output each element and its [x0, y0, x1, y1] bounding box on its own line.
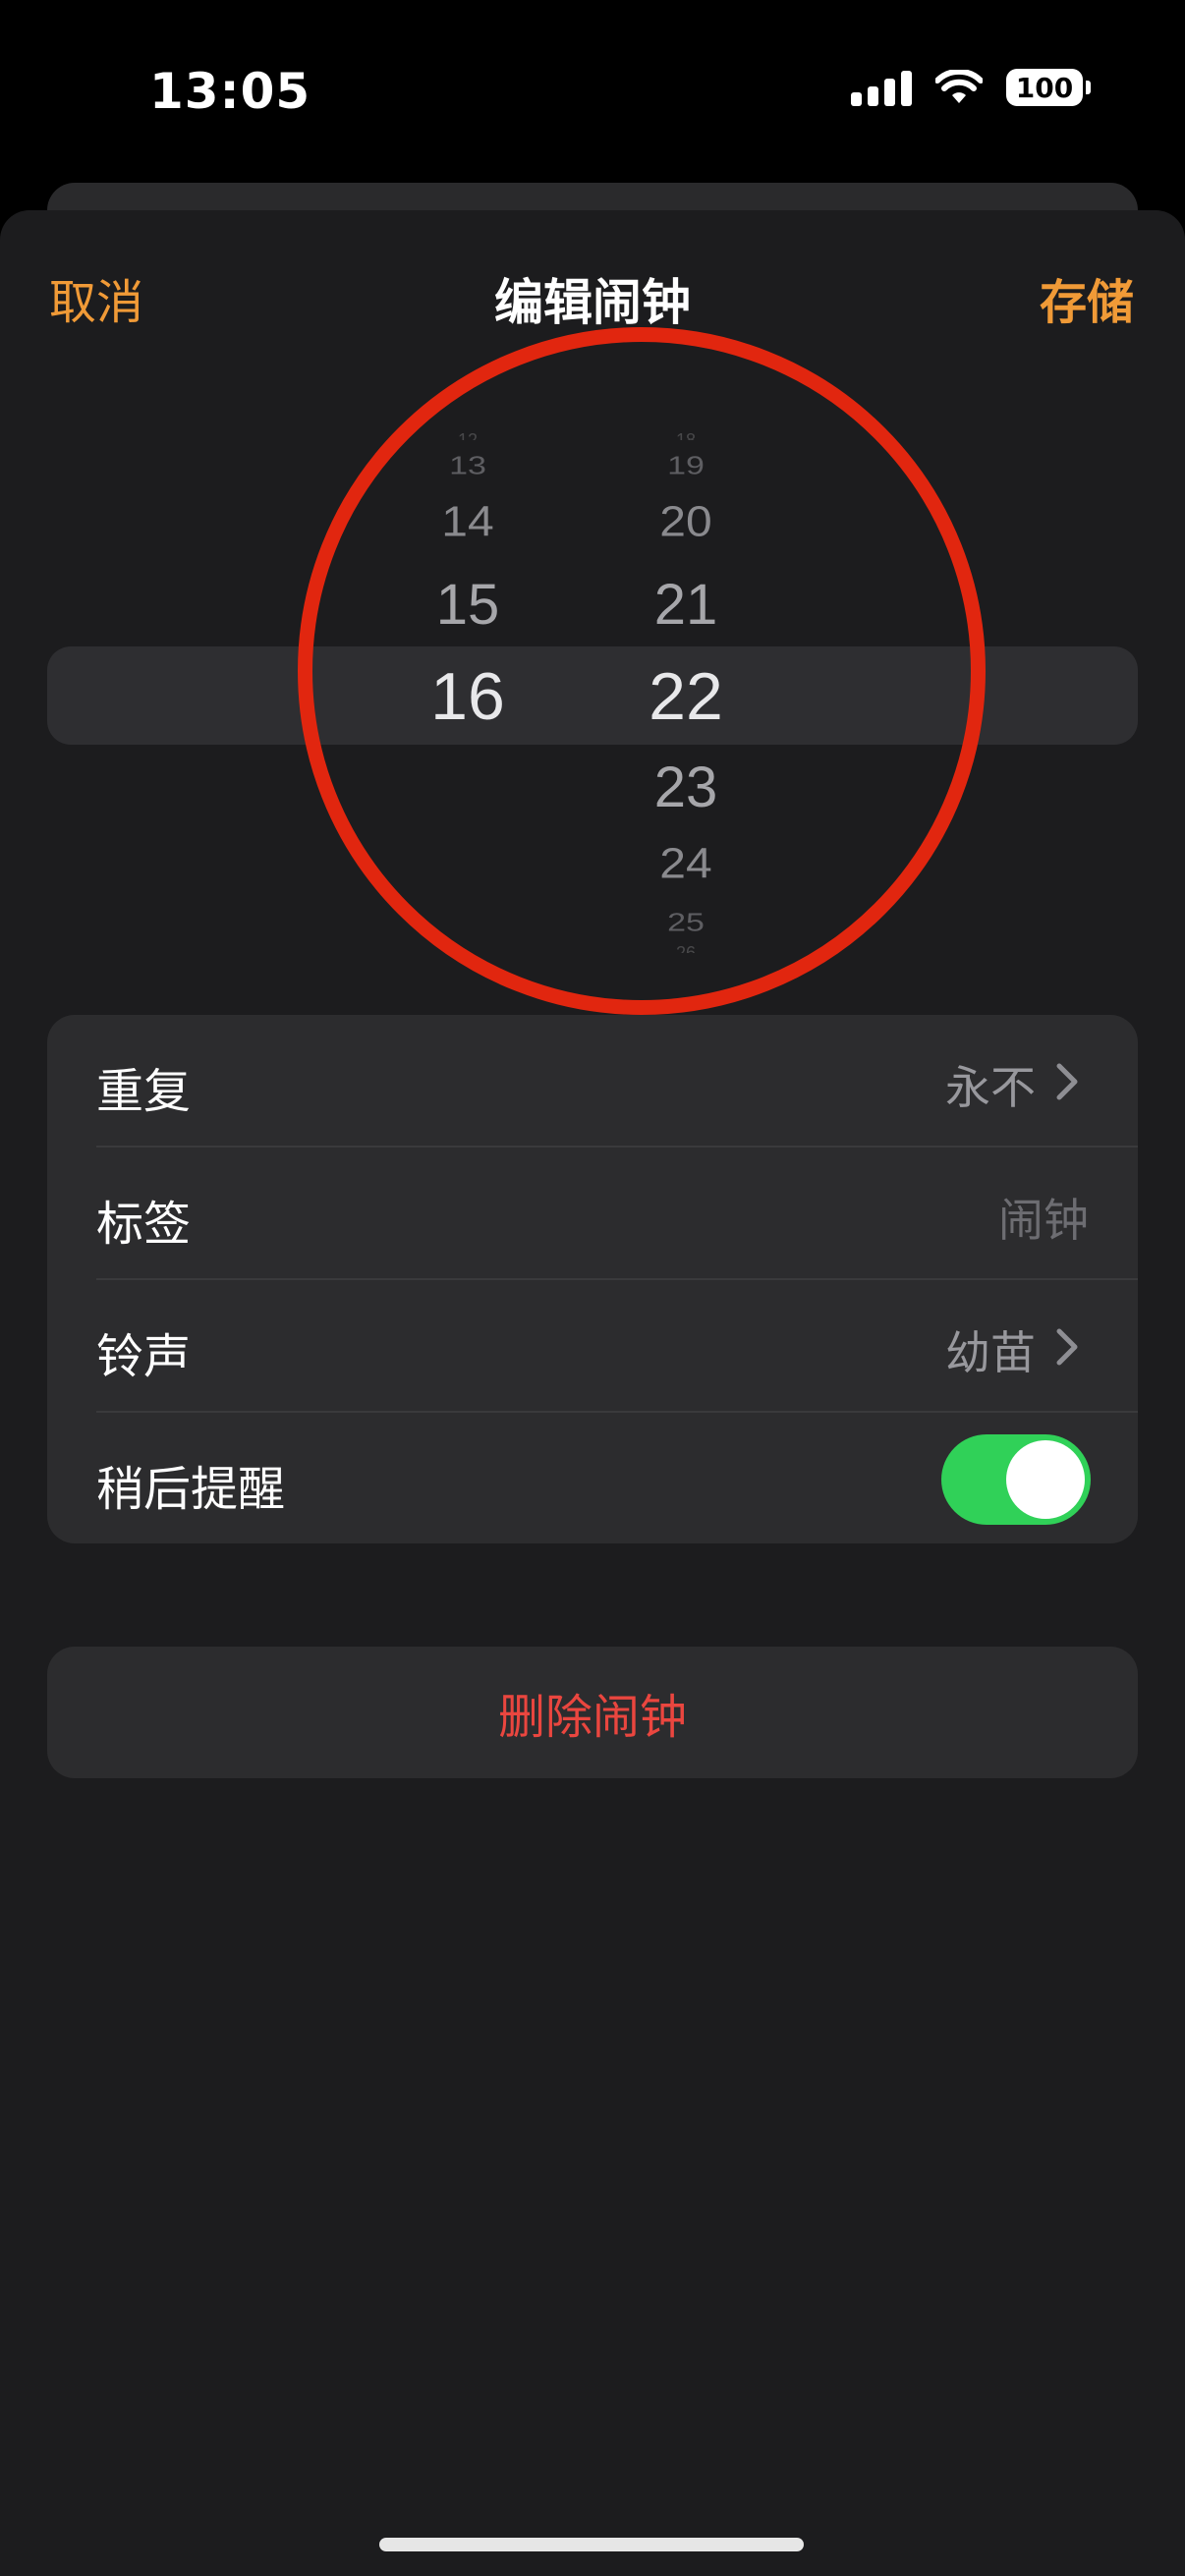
cellular-signal-icon — [851, 69, 912, 106]
repeat-row[interactable]: 重复 永不 — [47, 1015, 1138, 1147]
label-row[interactable]: 标签 闹钟 — [47, 1148, 1138, 1279]
save-button[interactable]: 存储 — [1040, 263, 1134, 332]
status-icons: 100 — [851, 69, 1091, 106]
chevron-right-icon — [1056, 1328, 1078, 1366]
snooze-label: 稍后提醒 — [96, 1462, 286, 1517]
alarm-settings-group: 重复 永不 标签 闹钟 铃声 幼苗 稍后提醒 — [47, 1015, 1138, 1543]
snooze-row: 稍后提醒 — [47, 1413, 1138, 1543]
annotation-circle — [298, 327, 986, 1015]
page-title: 编辑闹钟 — [494, 274, 691, 331]
repeat-value: 永不 — [945, 1061, 1036, 1114]
sound-label: 铃声 — [96, 1329, 192, 1384]
status-bar: 13:05 100 — [0, 0, 1185, 187]
label-label: 标签 — [96, 1197, 192, 1252]
delete-alarm-button[interactable]: 删除闹钟 — [47, 1647, 1138, 1778]
sound-row[interactable]: 铃声 幼苗 — [47, 1280, 1138, 1412]
battery-icon: 100 — [1006, 69, 1091, 106]
sound-value: 幼苗 — [945, 1326, 1036, 1379]
toggle-knob — [1006, 1440, 1085, 1519]
home-indicator[interactable] — [379, 2538, 804, 2551]
wifi-icon — [935, 70, 983, 103]
label-value: 闹钟 — [998, 1194, 1089, 1247]
repeat-label: 重复 — [96, 1064, 192, 1119]
status-time: 13:05 — [149, 63, 311, 120]
chevron-right-icon — [1056, 1063, 1078, 1100]
snooze-toggle[interactable] — [941, 1434, 1091, 1525]
